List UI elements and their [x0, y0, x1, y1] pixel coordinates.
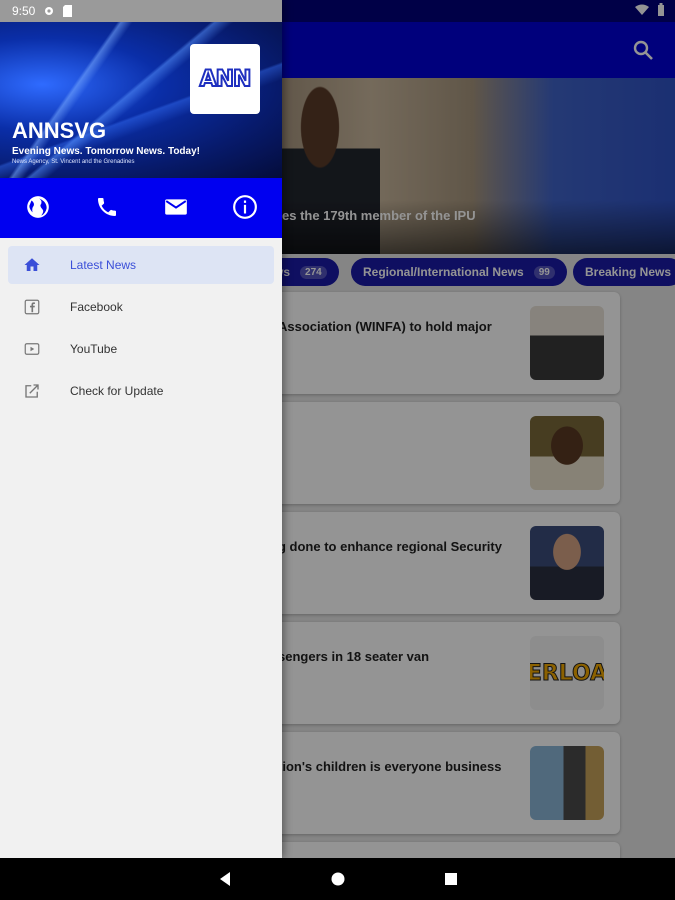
- drawer-header: ANN ANNSVG Evening News. Tomorrow News. …: [0, 22, 282, 178]
- logo-text: ANN: [199, 66, 253, 93]
- website-button[interactable]: [23, 192, 53, 222]
- drawer-action-bar: [0, 178, 282, 238]
- open-external-icon: [22, 381, 42, 401]
- phone-icon: [98, 198, 116, 216]
- brand-subtagline: News Agency, St. Vincent and the Grenadi…: [12, 159, 135, 165]
- menu-item-youtube[interactable]: YouTube: [8, 330, 274, 368]
- menu-item-label: Check for Update: [70, 384, 164, 398]
- mail-icon: [165, 199, 187, 215]
- drawer-status-bar: 9:50: [0, 0, 282, 22]
- system-navigation-bar: [0, 858, 675, 900]
- youtube-icon: [22, 339, 42, 359]
- ann-logo: ANN: [190, 44, 260, 114]
- globe-icon: [27, 196, 49, 218]
- brand-tagline: Evening News. Tomorrow News. Today!: [12, 146, 200, 157]
- menu-item-facebook[interactable]: Facebook: [8, 288, 274, 326]
- menu-item-check-for-update[interactable]: Check for Update: [8, 372, 274, 410]
- recents-icon[interactable]: [443, 871, 459, 887]
- menu-item-latest-news[interactable]: Latest News: [8, 246, 274, 284]
- brand-name: ANNSVG: [12, 118, 107, 143]
- home-icon: [22, 255, 42, 275]
- navigation-drawer: 9:50 ANN ANNSVG Evening News. Tomorrow N…: [0, 0, 282, 858]
- menu-item-label: YouTube: [70, 342, 118, 356]
- back-icon[interactable]: [217, 871, 233, 887]
- menu-item-label: Latest News: [70, 258, 137, 272]
- sd-card-icon: [63, 5, 73, 17]
- call-button[interactable]: [92, 192, 122, 222]
- info-icon: [233, 195, 257, 219]
- about-button[interactable]: [230, 192, 260, 222]
- status-time: 9:50: [12, 4, 36, 18]
- settings-icon: [45, 7, 54, 15]
- facebook-icon: [22, 297, 42, 317]
- home-button-icon[interactable]: [330, 871, 346, 887]
- menu-item-label: Facebook: [70, 300, 123, 314]
- email-button[interactable]: [161, 192, 191, 222]
